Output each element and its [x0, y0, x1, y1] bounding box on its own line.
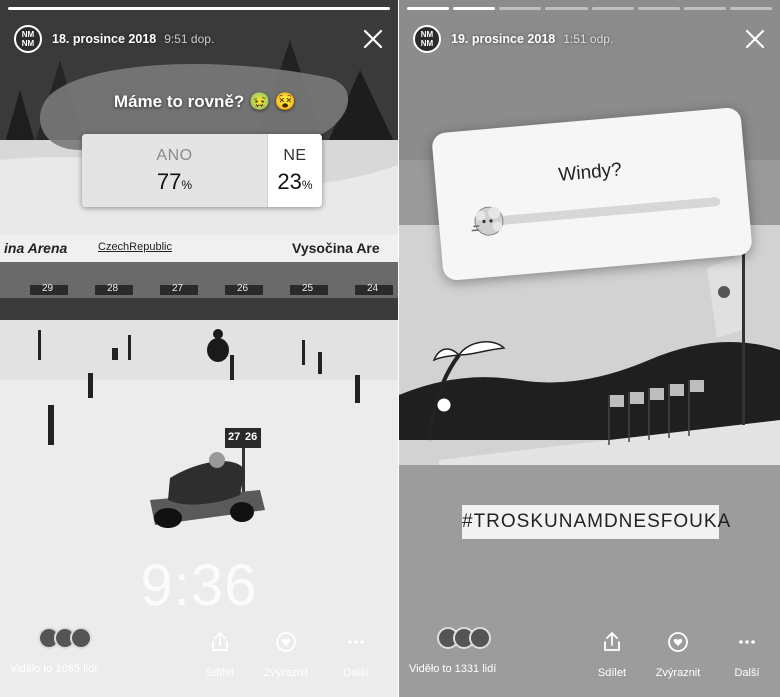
poll-sticker[interactable]: ANO 77% NE 23% [82, 134, 322, 207]
highlight-button[interactable]: Zvýraznit [648, 631, 708, 679]
story-date: 19. prosince 2018 [451, 32, 556, 46]
story-right[interactable]: NM NM 19. prosince 2018 1:51 odp. Windy?… [399, 0, 780, 697]
viewers-count: Viděło to 1331 lidí [409, 663, 497, 675]
progress-segment [499, 7, 542, 10]
viewer-avatar [70, 627, 92, 649]
slider-question: Windy? [557, 159, 623, 186]
emoji-slider-sticker[interactable]: Windy? [431, 106, 753, 282]
share-icon [604, 631, 620, 651]
story-progress [8, 7, 390, 10]
more-icon [348, 640, 364, 644]
target-number: 27 [228, 431, 241, 443]
poll-question: Máme to rovně? 🤢 😵 [113, 92, 297, 111]
lane-numbers: 29 28 27 26 25 24 [0, 283, 398, 297]
story-footer: Viděło to 1331 lidí Sdílet Zvýraznit Dal… [399, 627, 780, 689]
progress-segment [8, 7, 390, 10]
viewers[interactable]: Viděło to 1331 lidí [409, 627, 539, 675]
progress-segment [683, 7, 726, 10]
highlight-label: Zvýraznit [263, 667, 309, 679]
story-time: 1:51 odp. [563, 32, 614, 46]
progress-segment [453, 7, 496, 10]
progress-segment [545, 7, 588, 10]
story-viewer: NM NM 18. prosince 2018 9:51 dop. Máme t… [0, 0, 780, 697]
progress-segment [591, 7, 634, 10]
close-icon[interactable] [362, 28, 384, 50]
share-label: Sdílet [205, 667, 235, 679]
hashtag-sticker[interactable]: #TROSKUNAMDNESFOUKA [462, 505, 730, 539]
more-button[interactable]: Další [717, 631, 777, 679]
story-time: 9:51 dop. [164, 32, 215, 46]
highlight-button[interactable]: Zvýraznit [256, 631, 316, 679]
target-board: 27 26 [226, 430, 260, 446]
poll-option-percent: 23% [277, 168, 313, 194]
progress-segment [637, 7, 680, 10]
progress-segment [729, 7, 772, 10]
highlight-label: Zvýraznit [655, 667, 701, 679]
poll-option-label: ANO [156, 146, 193, 164]
heart-circle-icon [668, 632, 688, 652]
viewers-count: Viděło to 1085 lidí [10, 663, 98, 675]
poll-option-no[interactable]: NE 23% [267, 134, 322, 207]
target-number: 26 [245, 431, 258, 443]
more-icon [739, 640, 755, 644]
more-label: Další [343, 667, 369, 679]
share-button[interactable]: Sdílet [190, 631, 250, 679]
more-button[interactable]: Další [326, 631, 386, 679]
viewers[interactable]: Viděło to 1085 lidí [10, 627, 140, 675]
timer-text: 9:36 [140, 553, 258, 618]
lane-number: 27 [172, 283, 184, 294]
arena-banner: ina Arena CzechRepublic Vysočina Are [0, 236, 398, 261]
slider-track[interactable] [484, 196, 721, 227]
poll-option-label: NE [283, 146, 307, 164]
share-label: Sdílet [597, 667, 627, 679]
story-right-photo [399, 0, 780, 697]
lane-number: 24 [367, 283, 379, 294]
poll-option-percent: 77% [156, 168, 193, 194]
share-button[interactable]: Sdílet [582, 631, 642, 679]
story-header: NM NM 18. prosince 2018 9:51 dop. [14, 24, 384, 54]
progress-segment [407, 7, 450, 10]
share-icon [212, 631, 228, 651]
poll-option-yes[interactable]: ANO 77% [82, 134, 267, 207]
lane-number: 26 [237, 283, 249, 294]
viewer-avatars [437, 627, 539, 649]
banner-text: CzechRepublic [98, 241, 172, 253]
story-date: 18. prosince 2018 [52, 32, 157, 46]
viewer-avatar [469, 627, 491, 649]
story-header: NM NM 19. prosince 2018 1:51 odp. [413, 24, 766, 54]
story-left[interactable]: NM NM 18. prosince 2018 9:51 dop. Máme t… [0, 0, 398, 697]
viewer-avatars [38, 627, 140, 649]
lane-number: 25 [302, 283, 314, 294]
profile-avatar[interactable]: NM NM [413, 25, 441, 53]
close-icon[interactable] [744, 28, 766, 50]
profile-avatar[interactable]: NM NM [14, 25, 42, 53]
heart-circle-icon [276, 632, 296, 652]
more-label: Další [734, 667, 760, 679]
lane-number: 29 [42, 283, 54, 294]
story-progress [407, 7, 772, 10]
lane-number: 28 [107, 283, 119, 294]
banner-text: ina Arena [4, 240, 68, 256]
wind-face-icon[interactable] [467, 199, 510, 242]
story-footer: Viděło to 1085 lidí Sdílet Zvýraznit Dal… [0, 627, 398, 689]
banner-text: Vysočina Are [292, 240, 380, 256]
